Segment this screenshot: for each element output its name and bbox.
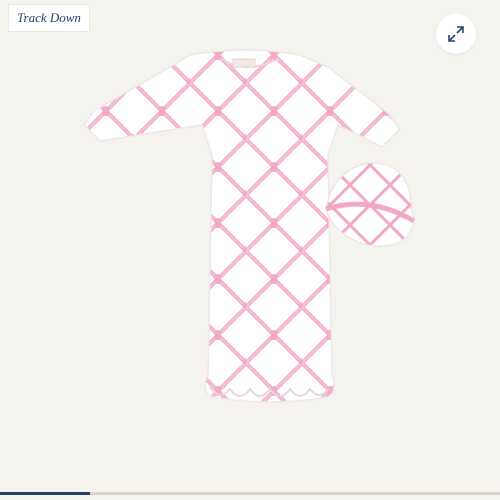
- carousel-progress: [0, 492, 90, 495]
- product-image: [83, 49, 416, 403]
- expand-diagonal-icon: [448, 26, 464, 42]
- product-image-frame: Track Down: [0, 0, 500, 500]
- expand-button[interactable]: [436, 14, 476, 54]
- badge-label: Track Down: [17, 10, 81, 25]
- track-down-badge: Track Down: [8, 4, 90, 32]
